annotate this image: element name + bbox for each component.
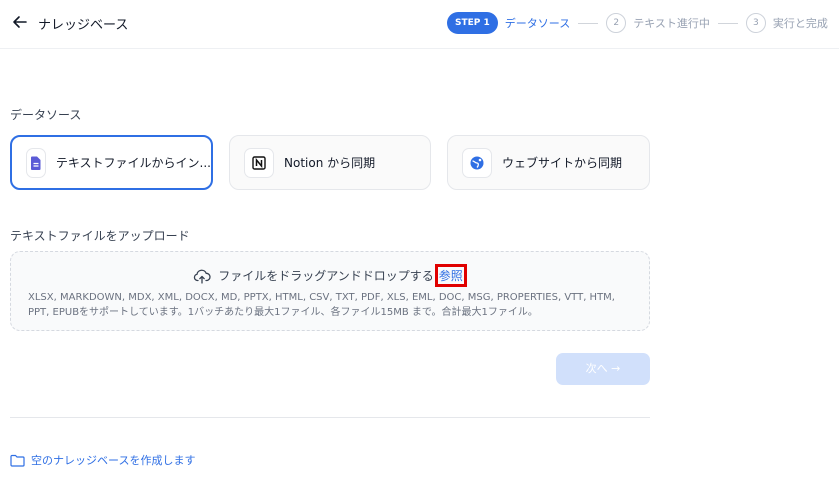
page-title: ナレッジベース <box>38 18 129 33</box>
datasource-option-label: ウェブサイトから同期 <box>502 156 623 170</box>
dropzone-prompt: ファイルをドラッグアンドドロップする <box>218 269 434 283</box>
step-1-badge: STEP 1 <box>447 12 498 34</box>
step-3-number: 3 <box>745 13 766 33</box>
notion-icon <box>244 147 274 178</box>
file-dropzone[interactable]: ファイルをドラッグアンドドロップする 参照 XLSX, MARKDOWN, MD… <box>10 251 650 331</box>
next-button[interactable]: 次へ → <box>556 353 650 385</box>
create-empty-knowledge-link[interactable]: 空のナレッジベースを作成します <box>10 452 195 468</box>
step-connector <box>717 22 738 24</box>
datasource-heading: データソース <box>10 108 82 122</box>
step-1-label: データソース <box>504 17 571 30</box>
web-icon <box>462 147 492 178</box>
supported-formats-text: XLSX, MARKDOWN, MDX, XML, DOCX, MD, PPTX… <box>28 292 615 318</box>
dropzone-prompt-row: ファイルをドラッグアンドドロップする 参照 <box>11 264 649 287</box>
step-3-label: 実行と完成 <box>772 17 828 30</box>
folder-icon <box>10 454 25 467</box>
step-2-label: テキスト進行中 <box>633 17 710 30</box>
datasource-option-text-file[interactable]: テキストファイルからイン... <box>10 135 213 190</box>
back-arrow-icon[interactable] <box>10 12 30 32</box>
step-connector <box>578 22 599 24</box>
upload-heading: テキストファイルをアップロード <box>10 229 190 243</box>
cloud-upload-icon <box>194 269 211 284</box>
browse-link[interactable]: 参照 <box>434 264 467 287</box>
top-bar: ナレッジベース STEP 1 データソース 2 テキスト進行中 3 実行と完成 <box>0 0 839 49</box>
step-2-number: 2 <box>606 13 627 33</box>
datasource-option-label: テキストファイルからイン... <box>55 156 211 170</box>
file-text-icon <box>26 147 46 178</box>
datasource-option-label: Notion から同期 <box>284 156 376 170</box>
divider <box>10 417 650 418</box>
stepper: STEP 1 データソース 2 テキスト進行中 3 実行と完成 <box>447 12 828 34</box>
create-empty-knowledge-label[interactable]: 空のナレッジベースを作成します <box>31 452 195 468</box>
datasource-option-notion[interactable]: Notion から同期 <box>229 135 431 190</box>
datasource-option-website[interactable]: ウェブサイトから同期 <box>447 135 650 190</box>
